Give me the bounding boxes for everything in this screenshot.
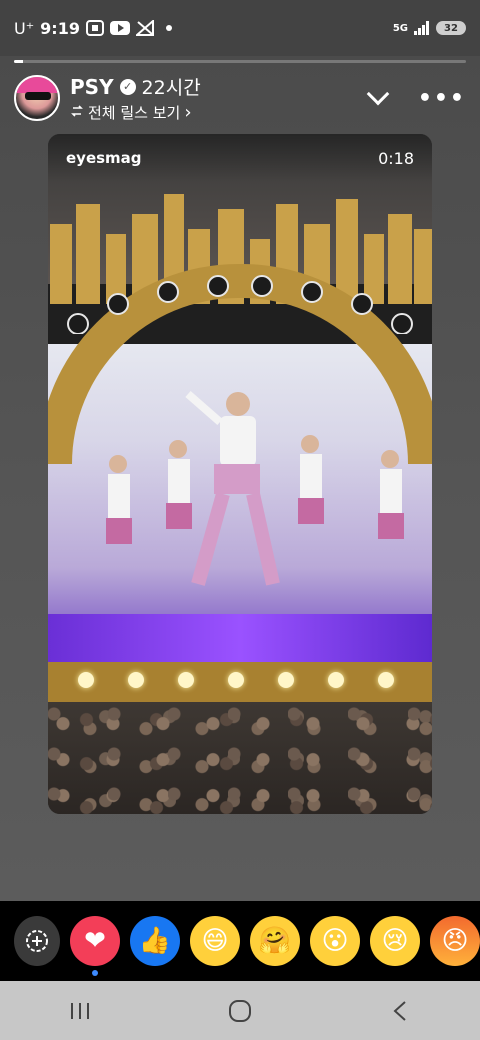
- angry-reaction-button[interactable]: 😠: [430, 916, 480, 966]
- story-viewer[interactable]: PSY ✓ 22시간 전체 릴스 보기 › ••• eyesmag 0:18: [0, 56, 480, 901]
- rail-light: [78, 672, 94, 688]
- stage-floor: [48, 614, 432, 664]
- header-actions: •••: [364, 82, 466, 112]
- story-progress-fill: [14, 60, 24, 63]
- no-signal-icon: [135, 20, 154, 36]
- story-video[interactable]: eyesmag 0:18: [48, 134, 432, 814]
- selected-indicator-dot: [92, 970, 98, 976]
- header-row-1: PSY ✓ 22시간: [70, 73, 201, 100]
- main-performer: [185, 390, 280, 586]
- rail-light: [228, 672, 244, 688]
- stage-lights-rail: [48, 662, 432, 702]
- avatar-glasses: [25, 92, 51, 100]
- notification-dot-icon: [165, 25, 172, 31]
- verified-badge-icon: ✓: [119, 78, 136, 95]
- chevron-right-icon: ›: [184, 102, 192, 123]
- back-icon: [393, 1000, 406, 1021]
- video-duration: 0:18: [378, 148, 414, 168]
- add-reaction-button[interactable]: [14, 916, 60, 966]
- surprised-face-icon: 😮: [321, 926, 349, 956]
- battery-icon: 32: [436, 21, 466, 35]
- home-icon: [229, 999, 251, 1022]
- battery-level: 32: [444, 22, 458, 34]
- story-header: PSY ✓ 22시간 전체 릴스 보기 › •••: [14, 70, 466, 126]
- username[interactable]: PSY: [70, 75, 114, 99]
- heart-reaction-button[interactable]: ❤: [70, 916, 120, 976]
- care-reaction-button[interactable]: 🤗: [250, 916, 300, 966]
- rail-light: [328, 672, 344, 688]
- header-text: PSY ✓ 22시간 전체 릴스 보기 ›: [70, 73, 201, 124]
- screenshot-icon: [85, 20, 104, 36]
- crying-face-icon: 😢: [381, 926, 409, 956]
- more-options-button[interactable]: •••: [418, 86, 466, 111]
- status-left: U⁺ 9:19: [14, 19, 172, 38]
- recent-apps-button[interactable]: [50, 991, 110, 1031]
- carrier-label: U⁺: [14, 18, 35, 38]
- rail-light: [178, 672, 194, 688]
- story-progress-bar: [14, 60, 466, 63]
- like-reaction-button[interactable]: 👍: [130, 916, 180, 966]
- back-button[interactable]: [370, 991, 430, 1031]
- thumbs-up-icon: 👍: [138, 926, 172, 956]
- more-dots-icon: •••: [417, 85, 466, 111]
- avatar-hair: [16, 77, 58, 93]
- laughing-face-icon: 😄: [201, 926, 229, 956]
- wow-reaction-button[interactable]: 😮: [310, 916, 360, 966]
- reaction-bar: ❤ 👍 😄 🤗 😮 😢 😠: [0, 901, 480, 981]
- crowd: [48, 702, 432, 814]
- hugging-face-icon: 🤗: [258, 926, 292, 956]
- rail-light: [278, 672, 294, 688]
- rail-light: [378, 672, 394, 688]
- status-right: 5G 32: [393, 21, 466, 35]
- view-all-reels-label: 전체 릴스 보기: [88, 104, 181, 122]
- add-emoji-icon: [26, 930, 48, 952]
- story-time-ago: 22시간: [141, 77, 201, 99]
- video-source-label: eyesmag: [66, 149, 142, 167]
- chevron-down-button[interactable]: [364, 82, 392, 112]
- network-type: 5G: [392, 22, 408, 34]
- video-overlay: eyesmag 0:18: [48, 134, 432, 182]
- arch-speakers: [67, 275, 413, 334]
- home-button[interactable]: [210, 991, 270, 1031]
- heart-icon: ❤: [84, 926, 106, 956]
- reels-icon: [70, 104, 84, 122]
- system-nav-bar: [0, 981, 480, 1040]
- youtube-icon: [109, 21, 130, 35]
- status-bar: U⁺ 9:19 5G 32: [0, 0, 480, 56]
- view-all-reels-link[interactable]: 전체 릴스 보기 ›: [70, 102, 201, 123]
- chevron-down-icon: [366, 82, 390, 106]
- recent-apps-icon: [71, 1002, 89, 1019]
- signal-icon: [414, 21, 430, 35]
- clock: 9:19: [40, 18, 80, 38]
- haha-reaction-button[interactable]: 😄: [190, 916, 240, 966]
- avatar[interactable]: [14, 75, 60, 121]
- rail-light: [128, 672, 144, 688]
- video-frame: [48, 134, 432, 814]
- performers: [106, 390, 404, 586]
- sad-reaction-button[interactable]: 😢: [370, 916, 420, 966]
- angry-face-icon: 😠: [441, 926, 469, 956]
